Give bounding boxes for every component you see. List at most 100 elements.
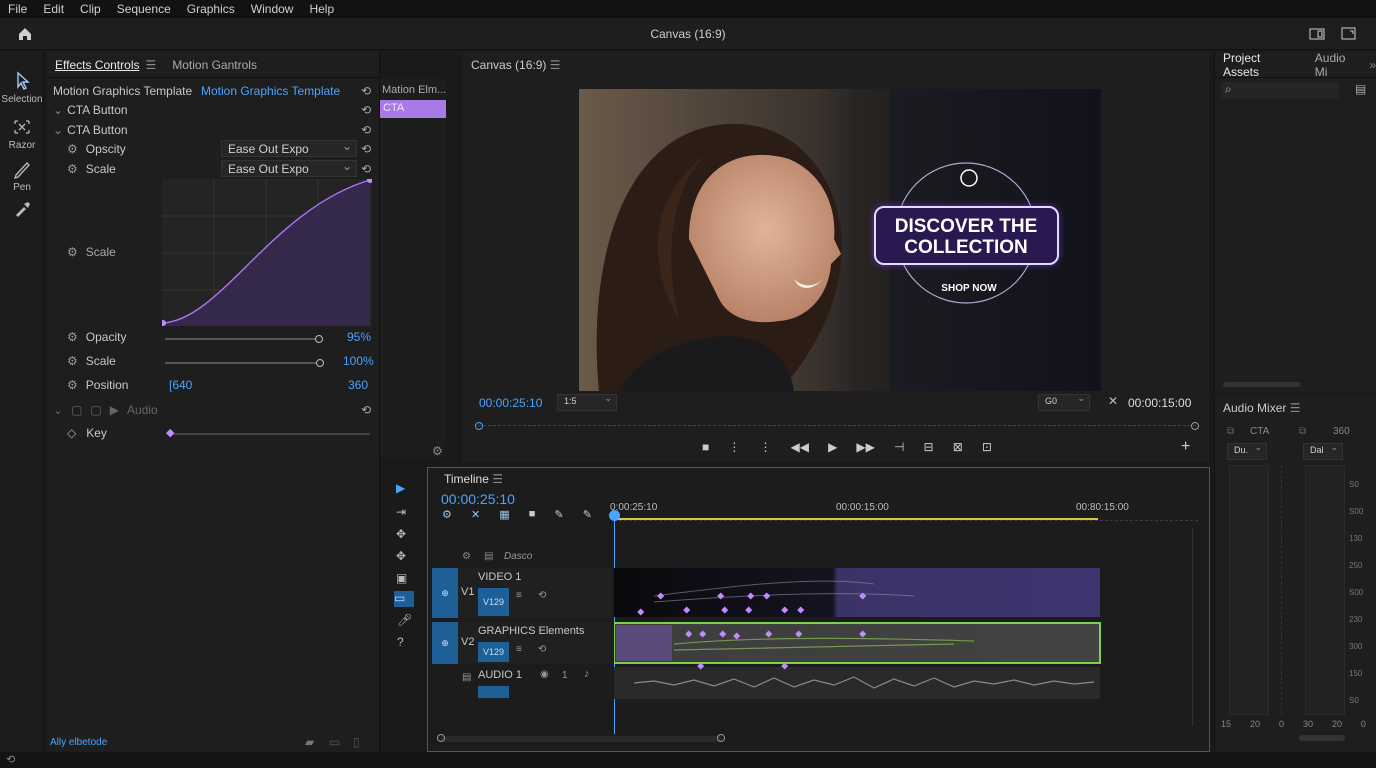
keyframe-toggle-icon[interactable]: ⚙ [67,354,78,368]
settings-wrench-icon[interactable]: ✎ [583,508,592,521]
snap-icon[interactable]: ⚙ [442,508,452,521]
new-item-icon[interactable]: ▭ [329,735,340,749]
hscroll-end[interactable] [717,734,725,742]
scale2-value[interactable]: 100% [343,354,374,368]
overflow-icon[interactable]: » [1369,58,1376,72]
gear-icon[interactable]: ⚙ [462,551,471,562]
opacity-slider-knob[interactable] [315,335,323,343]
track-badge[interactable] [478,686,509,698]
mark-in-icon[interactable]: ⋮ [759,440,771,456]
reset-icon[interactable]: ⟲ [361,142,371,156]
keyframe-toggle-icon[interactable]: ⚙ [67,330,78,344]
fit-select[interactable]: 1:5 [557,393,617,411]
reset-icon[interactable]: ⟲ [361,403,371,417]
rate-stretch-icon[interactable]: ▣ [396,571,407,585]
extract-icon[interactable]: ⊠ [953,440,963,456]
tool-selection[interactable]: Selection [0,70,44,105]
fader-track-1[interactable] [1229,465,1269,715]
lock-icon[interactable]: ▤ [462,672,471,683]
play-box-icon[interactable]: ▶ [110,403,119,417]
tool-pen[interactable]: Pen [0,158,44,193]
menu-file[interactable]: File [0,2,35,16]
menu-window[interactable]: Window [243,2,302,16]
type-tool-icon[interactable]: ? [397,635,404,649]
tab-motion-controls[interactable]: Motion Gantrols [164,58,265,72]
keyframe-toggle-icon[interactable]: ⚙ [67,142,78,156]
slip-icon[interactable]: ✥ [396,549,406,563]
key-track[interactable] [167,433,370,435]
sync-icon[interactable]: ≡ [516,644,522,655]
keyframe-toggle-icon[interactable]: ⚙ [67,378,78,392]
step-back-icon[interactable]: ◀◀ [791,440,809,456]
wrench-icon[interactable]: ✎ [554,508,563,521]
timeline-clips[interactable] [614,566,1200,702]
reset-icon[interactable]: ⟲ [361,162,371,176]
mic-icon[interactable]: ♪ [584,668,590,680]
tab-audio-mixer-short[interactable]: Audio Mi [1307,51,1370,79]
reset-icon[interactable]: ⟲ [361,84,371,98]
hscroll-start[interactable] [437,734,445,742]
marker-add-icon[interactable]: ▦ [499,508,509,521]
menu-icon[interactable]: ☰ [1290,401,1301,415]
mic-icon[interactable]: 🎤︎ [397,613,412,627]
track-badge[interactable]: V129 [478,588,509,616]
menu-help[interactable]: Help [301,2,342,16]
opacity-ease-select[interactable]: Ease Out Expo [221,139,357,157]
monitor-tab[interactable]: Canvas (16:9) ☰ [471,58,560,72]
cta-row-1[interactable]: ⌄ CTA Button ⟲ [47,100,380,120]
eq-icon[interactable]: ⧉ [1299,426,1306,437]
fader-track-3[interactable] [1305,465,1345,715]
workspace-icon[interactable] [1309,27,1325,41]
scale-slider[interactable] [165,359,324,367]
template-value[interactable]: Motion Graphics Template [201,84,340,98]
mixer-ch2-select[interactable]: Dal [1303,442,1343,460]
mixer-scrollbar[interactable] [1299,735,1345,741]
wrench-icon[interactable]: ✕ [1108,394,1118,408]
assets-search-input[interactable]: ⌕ [1221,82,1339,98]
fullscreen-icon[interactable] [1341,27,1357,41]
scrubber-end[interactable] [1191,422,1199,430]
track-lock-icon[interactable]: ⊕ [432,622,458,664]
eq-icon[interactable]: ⧉ [1227,426,1234,437]
position-x-value[interactable]: [640 [169,378,192,392]
key-diamond[interactable]: ◆ [166,426,174,439]
quality-select[interactable]: G0 [1038,393,1090,411]
track-forward-icon[interactable]: ⇥ [396,505,406,519]
track-a1-header[interactable]: ▤ AUDIO 1 ◉ 1 ♪ [432,666,612,700]
timeline-timecode[interactable]: 00:00:25:10 [441,491,515,507]
move-icon[interactable]: ✥ [396,527,406,541]
settings-icon[interactable]: ⚙ [432,444,443,458]
lock-icon[interactable]: ▢ [71,403,82,417]
mini-cta-clip[interactable]: CTA [380,100,446,118]
position-y-value[interactable]: 360 [348,378,368,392]
add-button-icon[interactable]: + [1181,438,1190,456]
keyframe-toggle-icon[interactable]: ⚙ [67,162,78,176]
timeline-vscroll[interactable] [1192,528,1198,726]
eye-icon[interactable]: ◉ [540,669,549,680]
track-v2-header[interactable]: ⊕ V2 GRAPHICS Elements V129 ≡ ⟲ [432,622,612,664]
video-frame[interactable]: DISCOVER THE COLLECTION SHOP NOW [579,89,1101,391]
status-icon[interactable]: ⟲ [6,753,15,766]
trash-icon[interactable]: ▢ [90,403,101,417]
speed-graph[interactable] [162,179,372,326]
playhead-scrubber[interactable] [475,422,1199,431]
stop-small-icon[interactable]: ■ [529,508,536,521]
step-forward-icon[interactable]: ▶▶ [856,440,874,456]
timeline-ruler[interactable]: 0:00:25:10 00:00:15:00 00:80:15:00 [610,502,1198,524]
mark-out-icon[interactable]: ⊣ [894,440,904,456]
folder-icon[interactable]: ▤ [1355,82,1366,96]
keyframe-toggle-icon[interactable]: ⚙ [67,245,78,259]
reset-icon[interactable]: ⟲ [538,590,546,601]
monitor-timecode-left[interactable]: 00:00:25:10 [479,396,542,410]
trash-icon[interactable]: ▯ [353,735,360,749]
folder-icon[interactable]: ▰ [305,735,314,749]
track-v1-header[interactable]: ⊕ V1 VIDEO 1 V129 ≡ ⟲ [432,568,612,618]
track-lock-icon[interactable]: ⊕ [432,568,458,618]
rectangle-tool-icon[interactable]: ▭ [394,591,414,607]
marker-icon[interactable]: ⋮ [728,440,740,456]
menu-icon[interactable]: ☰ [145,58,156,72]
cta-row-2[interactable]: ⌄ CTA Button ⟲ [47,120,380,140]
mixer-ch1-select[interactable]: Du. [1227,442,1267,460]
tab-effects-controls[interactable]: Effects Controls [47,58,147,72]
fader-track-2[interactable] [1281,465,1283,715]
